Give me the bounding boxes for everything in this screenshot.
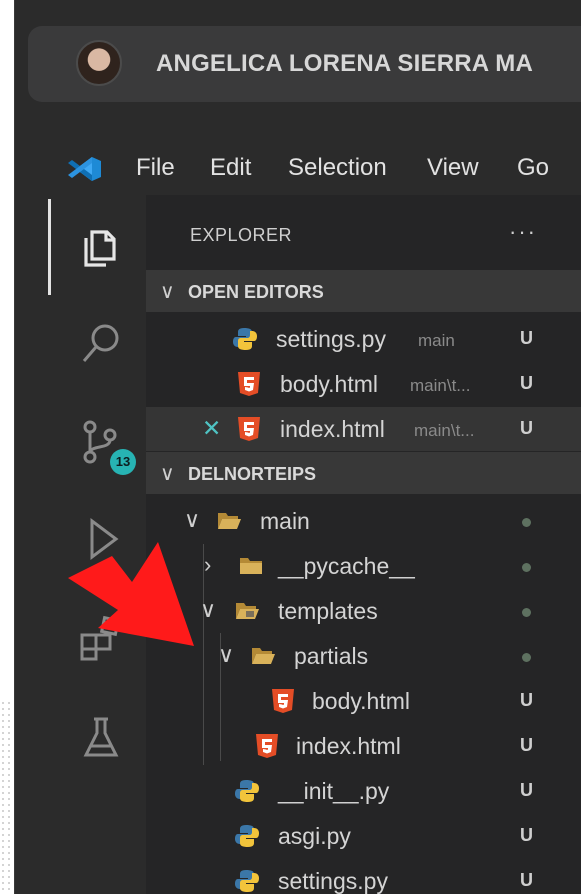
active-view-indicator: [48, 199, 51, 295]
folder-name: __pycache__: [278, 553, 415, 579]
chevron-right-icon: ›: [204, 552, 212, 577]
html5-icon: [256, 734, 278, 758]
folder-open-icon: [252, 648, 275, 664]
untracked-status: U: [520, 735, 533, 755]
tree-file[interactable]: __init__.py U: [146, 769, 581, 813]
open-editors-header[interactable]: ∨ OPEN EDITORS: [146, 270, 581, 312]
search-icon[interactable]: [78, 321, 124, 367]
folder-name: templates: [278, 598, 378, 624]
menu-edit[interactable]: Edit: [210, 154, 251, 182]
python-icon: [235, 870, 259, 892]
python-icon: [235, 825, 259, 847]
untracked-status: U: [520, 825, 533, 845]
untracked-status: U: [520, 373, 533, 393]
files-icon[interactable]: [78, 221, 124, 267]
html5-icon: [238, 372, 260, 396]
file-name: __init__.py: [278, 778, 390, 804]
menu-file[interactable]: File: [136, 154, 175, 182]
chevron-down-icon: ∨: [160, 463, 175, 485]
open-editors-label: OPEN EDITORS: [188, 282, 324, 302]
chevron-down-icon: ∨: [200, 597, 217, 622]
project-name: DELNORTEIPS: [188, 464, 317, 484]
menu-bar: File Edit Selection View Go: [14, 140, 581, 195]
file-name: asgi.py: [278, 823, 351, 849]
modified-dot: [522, 518, 531, 527]
untracked-status: U: [520, 690, 533, 710]
tree-file[interactable]: index.html U: [146, 724, 581, 768]
menu-go[interactable]: Go: [517, 154, 549, 182]
testing-flask-icon[interactable]: [78, 715, 124, 761]
untracked-status: U: [520, 780, 533, 800]
untracked-status: U: [520, 870, 533, 890]
folder-name: partials: [294, 643, 369, 669]
vscode-logo-icon: [68, 157, 101, 181]
open-editor-item[interactable]: settings.py main U: [146, 317, 581, 361]
file-description: main: [418, 331, 455, 350]
folder-templates-icon: [236, 603, 259, 619]
html5-icon: [238, 417, 260, 441]
tree-folder[interactable]: ∨ templates: [146, 589, 581, 633]
avatar[interactable]: [76, 40, 122, 86]
more-actions-icon[interactable]: ···: [509, 219, 537, 245]
background-dots: [0, 700, 14, 894]
menu-view[interactable]: View: [427, 154, 479, 182]
modified-dot: [522, 608, 531, 617]
file-name: body.html: [280, 371, 379, 397]
menu-selection[interactable]: Selection: [288, 154, 387, 182]
project-header[interactable]: ∨ DELNORTEIPS: [146, 452, 581, 494]
tree-file[interactable]: asgi.py U: [146, 814, 581, 858]
screenshot: ANGELICA LORENA SIERRA MA File Edit Sele…: [0, 0, 581, 894]
html5-icon: [272, 689, 294, 713]
file-name: body.html: [312, 688, 411, 714]
modified-dot: [522, 653, 531, 662]
untracked-status: U: [520, 328, 533, 348]
tree-file[interactable]: body.html U: [146, 679, 581, 723]
tree-folder[interactable]: ∨ main: [146, 499, 581, 543]
tree-folder[interactable]: › __pycache__: [146, 544, 581, 588]
explorer-sidebar: EXPLORER ··· ∨ OPEN EDITORS settings.py …: [146, 195, 581, 894]
python-icon: [233, 328, 257, 350]
tree-folder[interactable]: ∨ partials: [146, 634, 581, 678]
file-description: main\t...: [414, 421, 475, 440]
red-arrow-annotation: [68, 542, 194, 646]
open-editor-item-active[interactable]: ✕ index.html main\t... U: [146, 407, 581, 451]
file-name: settings.py: [278, 868, 388, 894]
tree-file[interactable]: settings.py U: [146, 859, 581, 894]
explorer-title: EXPLORER: [190, 225, 293, 245]
folder-icon: [240, 558, 262, 574]
file-name: settings.py: [276, 326, 386, 352]
chevron-down-icon: ∨: [184, 507, 201, 532]
close-icon[interactable]: ✕: [202, 415, 221, 442]
chevron-down-icon: ∨: [218, 642, 235, 667]
file-name: index.html: [296, 733, 401, 759]
python-icon: [235, 780, 259, 802]
open-editor-item[interactable]: body.html main\t... U: [146, 362, 581, 406]
account-title-bar[interactable]: ANGELICA LORENA SIERRA MA: [28, 26, 581, 102]
folder-open-icon: [218, 513, 241, 529]
file-description: main\t...: [410, 376, 471, 395]
file-name: index.html: [280, 416, 385, 442]
untracked-status: U: [520, 418, 533, 438]
modified-dot: [522, 563, 531, 572]
account-name: ANGELICA LORENA SIERRA MA: [156, 50, 533, 77]
source-control-badge: 13: [110, 449, 136, 475]
folder-name: main: [260, 508, 310, 534]
chevron-down-icon: ∨: [160, 281, 175, 303]
